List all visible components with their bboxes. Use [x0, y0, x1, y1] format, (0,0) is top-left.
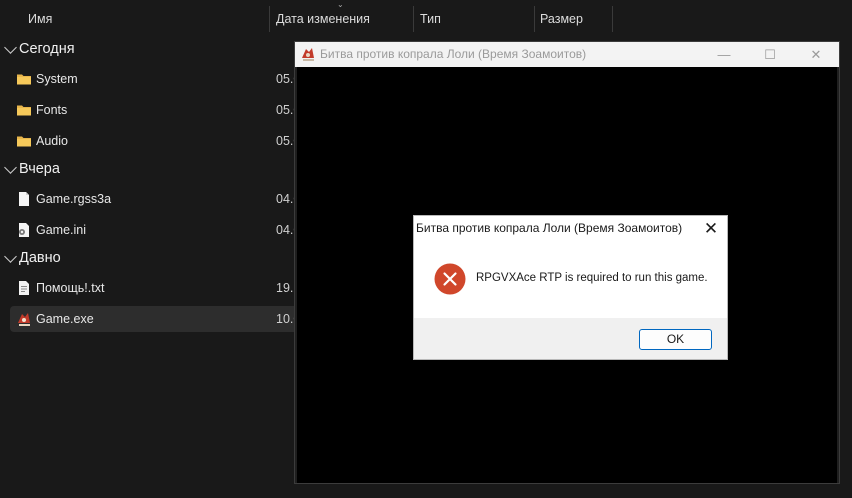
maximize-button[interactable]: ☐	[747, 42, 793, 67]
game-exe-icon	[18, 313, 30, 326]
file-name: Game.exe	[36, 312, 94, 326]
file-name: Audio	[36, 134, 68, 148]
folder-icon	[17, 105, 31, 116]
column-date-header[interactable]: Дата изменения	[270, 6, 413, 32]
folder-icon	[17, 136, 31, 147]
chevron-down-icon[interactable]	[4, 250, 17, 263]
dialog-close-button[interactable]: ✕	[695, 216, 727, 241]
file-name: Fonts	[36, 103, 68, 117]
list-item[interactable]: Game.ini 04.0	[10, 217, 300, 243]
dialog-body: RPGVXAce RTP is required to run this gam…	[414, 241, 727, 318]
chevron-down-icon[interactable]	[4, 41, 17, 54]
close-button[interactable]: ✕	[793, 42, 839, 67]
dialog-titlebar[interactable]: Битва против копрала Лоли (Время Зоамоит…	[414, 216, 727, 241]
error-dialog[interactable]: Битва против копрала Лоли (Время Зоамоит…	[413, 215, 728, 360]
list-item[interactable]: Game.rgss3a 04.0	[10, 186, 300, 212]
game-app-icon	[302, 48, 314, 61]
column-size-header[interactable]: Размер	[534, 6, 612, 32]
column-name-header[interactable]: Имя	[22, 6, 270, 32]
column-separator[interactable]	[612, 6, 613, 32]
game-window-titlebar[interactable]: Битва против копрала Лоли (Время Зоамоит…	[295, 42, 839, 67]
column-type-header[interactable]: Тип	[414, 6, 534, 32]
config-file-icon	[19, 223, 29, 237]
chevron-down-icon[interactable]	[4, 161, 17, 174]
list-item[interactable]: Game.exe 10.0	[10, 306, 300, 332]
list-item[interactable]: Помощь!.txt 19.1	[10, 275, 300, 301]
text-file-icon	[19, 281, 29, 295]
file-name: Помощь!.txt	[36, 281, 105, 295]
group-label: Сегодня	[19, 41, 75, 57]
group-label: Давно	[19, 250, 61, 266]
dialog-message: RPGVXAce RTP is required to run this gam…	[476, 272, 708, 284]
file-icon	[19, 192, 29, 206]
file-name: Game.rgss3a	[36, 192, 112, 206]
column-header: Имя ⌄ Дата изменения Тип Размер	[0, 0, 852, 32]
file-name: System	[36, 72, 78, 86]
error-icon	[434, 263, 466, 295]
group-label: Вчера	[19, 161, 60, 177]
minimize-button[interactable]: —	[701, 42, 747, 67]
list-item[interactable]: System 05.0	[10, 66, 300, 92]
file-name: Game.ini	[36, 223, 87, 237]
list-item[interactable]: Fonts 05.0	[10, 97, 300, 123]
folder-icon	[17, 74, 31, 85]
ok-button[interactable]: OK	[639, 329, 712, 350]
dialog-title: Битва против копрала Лоли (Время Зоамоит…	[416, 221, 683, 235]
game-window-title: Битва против копрала Лоли (Время Зоамоит…	[320, 47, 587, 61]
list-item[interactable]: Audio 05.0	[10, 128, 300, 154]
